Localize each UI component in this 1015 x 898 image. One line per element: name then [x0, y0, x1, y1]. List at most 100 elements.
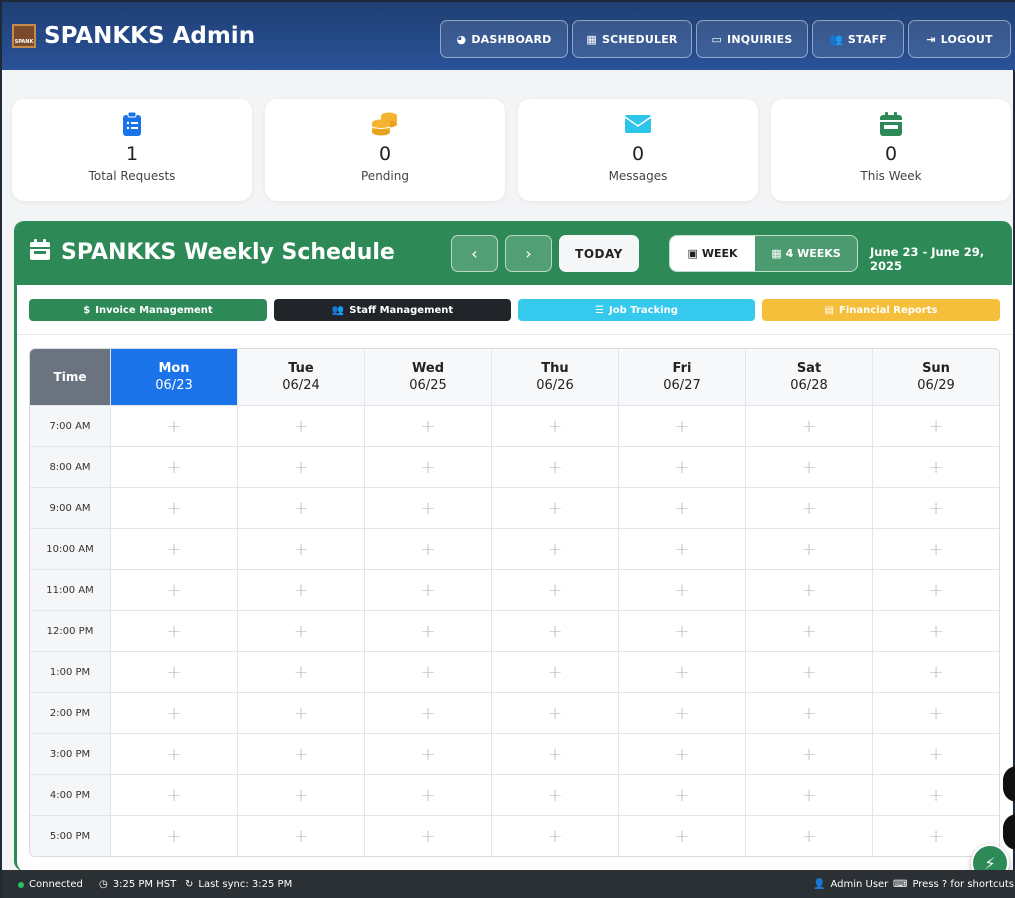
add-appointment-slot[interactable]: +: [491, 447, 618, 487]
add-appointment-slot[interactable]: +: [745, 611, 872, 651]
add-appointment-slot[interactable]: +: [237, 652, 364, 692]
day-header-wed[interactable]: Wed 06/25: [364, 349, 491, 405]
add-appointment-slot[interactable]: +: [872, 734, 999, 774]
add-appointment-slot[interactable]: +: [618, 775, 745, 815]
day-header-mon[interactable]: Mon 06/23: [110, 349, 237, 405]
add-appointment-slot[interactable]: +: [364, 693, 491, 733]
staff-management-button[interactable]: 👥 Staff Management: [274, 299, 511, 321]
add-appointment-slot[interactable]: +: [618, 529, 745, 569]
add-appointment-slot[interactable]: +: [745, 816, 872, 856]
add-appointment-slot[interactable]: +: [110, 611, 237, 651]
nav-scheduler-button[interactable]: ▦ SCHEDULER: [572, 20, 692, 58]
brand[interactable]: SPANK SPANKKS Admin: [12, 23, 255, 49]
day-header-tue[interactable]: Tue 06/24: [237, 349, 364, 405]
add-appointment-slot[interactable]: +: [110, 816, 237, 856]
add-appointment-slot[interactable]: +: [491, 529, 618, 569]
add-appointment-slot[interactable]: +: [491, 693, 618, 733]
add-appointment-slot[interactable]: +: [237, 570, 364, 610]
add-appointment-slot[interactable]: +: [618, 652, 745, 692]
add-appointment-slot[interactable]: +: [872, 693, 999, 733]
add-appointment-slot[interactable]: +: [364, 734, 491, 774]
add-appointment-slot[interactable]: +: [745, 488, 872, 528]
add-appointment-slot[interactable]: +: [745, 652, 872, 692]
add-appointment-slot[interactable]: +: [110, 406, 237, 446]
add-appointment-slot[interactable]: +: [872, 775, 999, 815]
add-appointment-slot[interactable]: +: [364, 652, 491, 692]
add-appointment-slot[interactable]: +: [745, 447, 872, 487]
day-header-sat[interactable]: Sat 06/28: [745, 349, 872, 405]
add-appointment-slot[interactable]: +: [618, 611, 745, 651]
nav-staff-button[interactable]: 👥 STAFF: [812, 20, 904, 58]
add-appointment-slot[interactable]: +: [364, 447, 491, 487]
day-header-sun[interactable]: Sun 06/29: [872, 349, 999, 405]
day-header-thu[interactable]: Thu 06/26: [491, 349, 618, 405]
nav-inquiries-button[interactable]: ▭ INQUIRIES: [696, 20, 808, 58]
nav-logout-button[interactable]: ⇥ LOGOUT: [908, 20, 1011, 58]
next-week-button[interactable]: ›: [505, 235, 552, 272]
add-appointment-slot[interactable]: +: [491, 775, 618, 815]
add-appointment-slot[interactable]: +: [364, 488, 491, 528]
invoice-management-button[interactable]: $ Invoice Management: [29, 299, 267, 321]
four-weeks-view-button[interactable]: ▦ 4 WEEKS: [755, 236, 857, 271]
add-appointment-slot[interactable]: +: [745, 406, 872, 446]
add-appointment-slot[interactable]: +: [491, 570, 618, 610]
add-appointment-slot[interactable]: +: [110, 652, 237, 692]
add-appointment-slot[interactable]: +: [618, 693, 745, 733]
add-appointment-slot[interactable]: +: [364, 775, 491, 815]
today-button[interactable]: TODAY: [559, 235, 639, 272]
add-appointment-slot[interactable]: +: [491, 488, 618, 528]
add-appointment-slot[interactable]: +: [745, 734, 872, 774]
shortcuts-hint[interactable]: ⌨ Press ? for shortcuts: [893, 879, 1014, 890]
add-appointment-slot[interactable]: +: [618, 816, 745, 856]
add-appointment-slot[interactable]: +: [618, 570, 745, 610]
nav-dashboard-button[interactable]: ◕ DASHBOARD: [440, 20, 568, 58]
add-appointment-slot[interactable]: +: [364, 406, 491, 446]
financial-reports-button[interactable]: ▤ Financial Reports: [762, 299, 1000, 321]
add-appointment-slot[interactable]: +: [745, 693, 872, 733]
day-header-fri[interactable]: Fri 06/27: [618, 349, 745, 405]
add-appointment-slot[interactable]: +: [364, 529, 491, 569]
add-appointment-slot[interactable]: +: [237, 734, 364, 774]
add-appointment-slot[interactable]: +: [491, 816, 618, 856]
add-appointment-slot[interactable]: +: [364, 570, 491, 610]
add-appointment-slot[interactable]: +: [872, 529, 999, 569]
add-appointment-slot[interactable]: +: [110, 529, 237, 569]
add-appointment-slot[interactable]: +: [110, 775, 237, 815]
add-appointment-slot[interactable]: +: [364, 611, 491, 651]
add-appointment-slot[interactable]: +: [618, 447, 745, 487]
current-user[interactable]: 👤 Admin User: [813, 879, 888, 890]
add-appointment-slot[interactable]: +: [618, 406, 745, 446]
add-appointment-slot[interactable]: +: [237, 693, 364, 733]
add-appointment-slot[interactable]: +: [237, 447, 364, 487]
add-appointment-slot[interactable]: +: [491, 611, 618, 651]
add-appointment-slot[interactable]: +: [237, 775, 364, 815]
prev-week-button[interactable]: ‹: [451, 235, 498, 272]
add-appointment-slot[interactable]: +: [237, 816, 364, 856]
add-appointment-slot[interactable]: +: [110, 570, 237, 610]
add-appointment-slot[interactable]: +: [872, 652, 999, 692]
add-appointment-slot[interactable]: +: [745, 775, 872, 815]
add-appointment-slot[interactable]: +: [237, 488, 364, 528]
add-appointment-slot[interactable]: +: [237, 611, 364, 651]
add-appointment-slot[interactable]: +: [618, 488, 745, 528]
add-appointment-slot[interactable]: +: [110, 488, 237, 528]
add-appointment-slot[interactable]: +: [110, 693, 237, 733]
add-appointment-slot[interactable]: +: [110, 447, 237, 487]
job-tracking-button[interactable]: ☰ Job Tracking: [518, 299, 755, 321]
add-appointment-slot[interactable]: +: [491, 734, 618, 774]
add-appointment-slot[interactable]: +: [872, 570, 999, 610]
add-appointment-slot[interactable]: +: [491, 406, 618, 446]
add-appointment-slot[interactable]: +: [872, 611, 999, 651]
add-appointment-slot[interactable]: +: [745, 529, 872, 569]
add-appointment-slot[interactable]: +: [745, 570, 872, 610]
add-appointment-slot[interactable]: +: [618, 734, 745, 774]
add-appointment-slot[interactable]: +: [110, 734, 237, 774]
add-appointment-slot[interactable]: +: [491, 652, 618, 692]
add-appointment-slot[interactable]: +: [872, 488, 999, 528]
add-appointment-slot[interactable]: +: [237, 406, 364, 446]
week-view-button[interactable]: ▣ WEEK: [670, 236, 755, 271]
add-appointment-slot[interactable]: +: [364, 816, 491, 856]
add-appointment-slot[interactable]: +: [237, 529, 364, 569]
add-appointment-slot[interactable]: +: [872, 406, 999, 446]
add-appointment-slot[interactable]: +: [872, 447, 999, 487]
